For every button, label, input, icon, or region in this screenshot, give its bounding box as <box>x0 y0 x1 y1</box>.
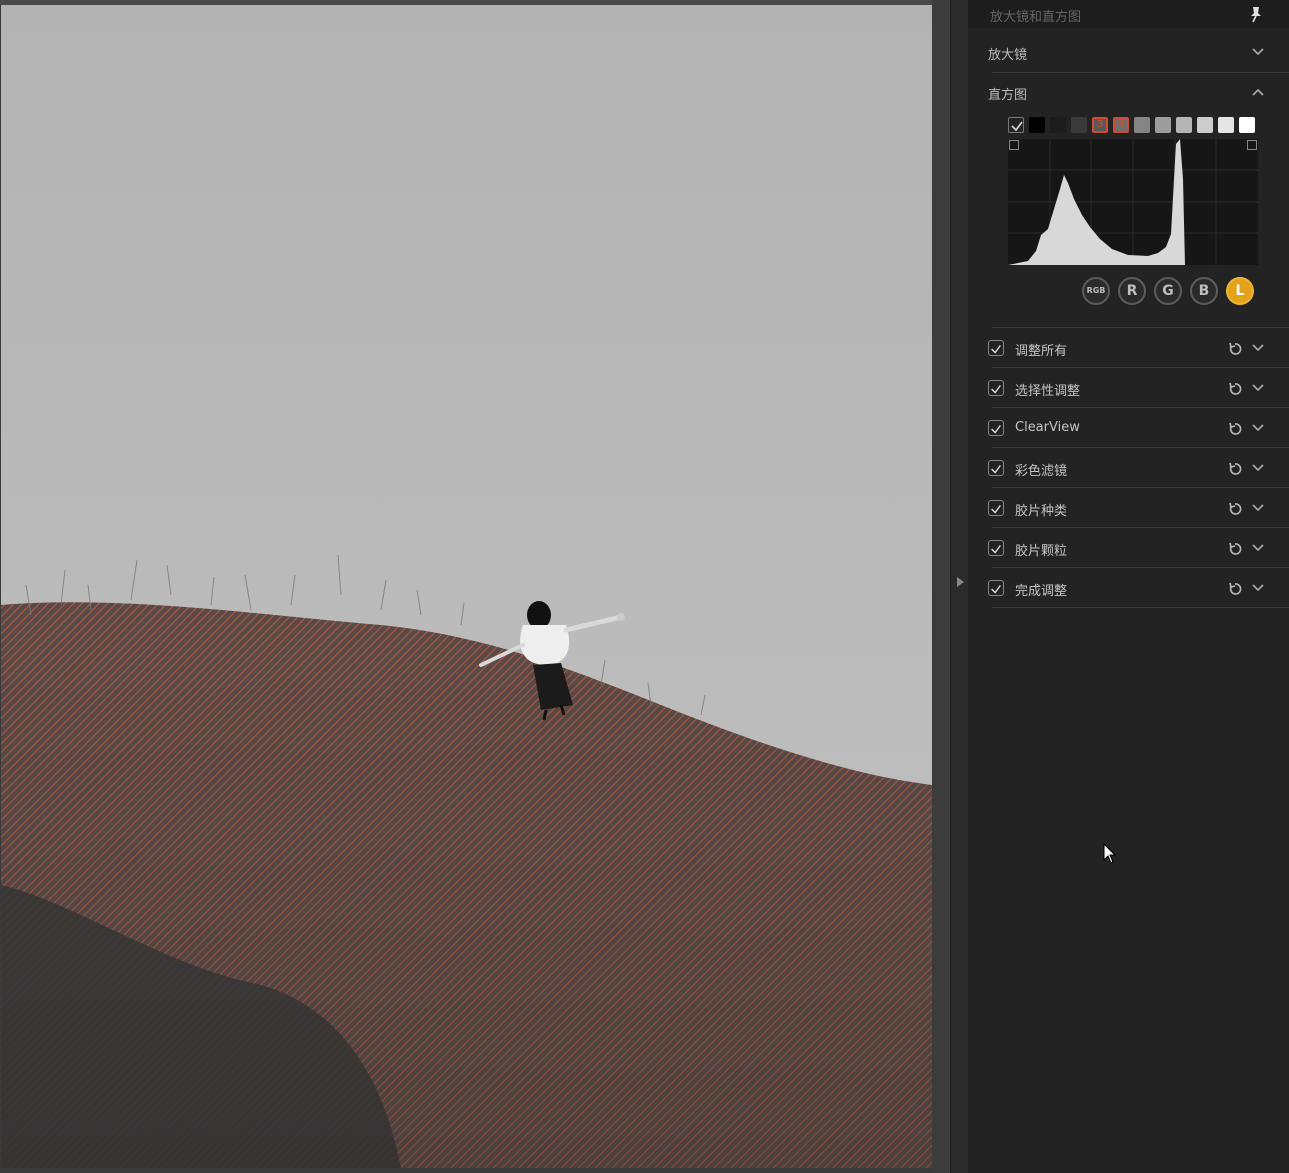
reset-icon[interactable] <box>1227 381 1243 397</box>
check-icon <box>991 505 1001 514</box>
chevron-down-icon[interactable] <box>1251 343 1265 353</box>
tool-enable-checkbox[interactable] <box>988 420 1004 436</box>
tone-zone-swatch[interactable] <box>1155 117 1171 133</box>
divider <box>992 327 1289 328</box>
tools-panel: 放大镜和直方图 放大镜 直方图 34 RGB R G B L 调整所有 选择性调… <box>968 0 1289 1173</box>
panel-collapse-strip[interactable] <box>950 0 968 1173</box>
reset-icon[interactable] <box>1227 341 1243 357</box>
tone-zone-swatch[interactable] <box>1029 117 1045 133</box>
chevron-down-icon[interactable] <box>1251 463 1265 473</box>
reset-icon[interactable] <box>1227 541 1243 557</box>
tool-row[interactable]: 胶片颗粒 <box>968 529 1289 569</box>
divider <box>992 407 1289 408</box>
section-loupe-label: 放大镜 <box>988 48 1028 63</box>
check-icon <box>991 385 1001 394</box>
divider <box>992 487 1289 488</box>
check-icon <box>991 545 1001 554</box>
tone-zone-swatch[interactable] <box>1050 117 1066 133</box>
panel-header: 放大镜和直方图 <box>968 0 1289 28</box>
tool-label: 彩色滤镜 <box>1015 464 1068 479</box>
histogram-graph <box>1008 139 1258 265</box>
divider <box>992 367 1289 368</box>
chevron-down-icon[interactable] <box>1251 47 1265 57</box>
reset-icon[interactable] <box>1227 461 1243 477</box>
chevron-down-icon[interactable] <box>1251 583 1265 593</box>
tool-label: 完成调整 <box>1015 584 1068 599</box>
divider <box>992 527 1289 528</box>
chevron-up-icon[interactable] <box>1251 87 1265 97</box>
reset-icon[interactable] <box>1227 421 1243 437</box>
tone-zone-swatch[interactable]: 3 <box>1092 117 1108 133</box>
tool-enable-checkbox[interactable] <box>988 460 1004 476</box>
tool-row[interactable]: 完成调整 <box>968 569 1289 609</box>
tone-zone-swatch[interactable] <box>1071 117 1087 133</box>
highlight-clipping-toggle[interactable] <box>1247 140 1257 150</box>
channel-button-rgb[interactable]: RGB <box>1082 277 1110 305</box>
tool-enable-checkbox[interactable] <box>988 540 1004 556</box>
tool-enable-checkbox[interactable] <box>988 500 1004 516</box>
tool-enable-checkbox[interactable] <box>988 380 1004 396</box>
tool-label: 胶片种类 <box>1015 504 1068 519</box>
divider <box>992 567 1289 568</box>
chevron-down-icon[interactable] <box>1251 503 1265 513</box>
divider <box>992 607 1289 608</box>
canvas-scroll-gutter <box>932 0 950 1173</box>
zone-toggle-checkbox[interactable] <box>1008 117 1024 133</box>
tool-row[interactable]: 调整所有 <box>968 329 1289 369</box>
tone-zone-swatch[interactable] <box>1197 117 1213 133</box>
tool-enable-checkbox[interactable] <box>988 580 1004 596</box>
tone-zone-swatch[interactable]: 4 <box>1113 117 1129 133</box>
channel-button-g[interactable]: G <box>1154 277 1182 305</box>
tool-row[interactable]: 胶片种类 <box>968 489 1289 529</box>
check-icon <box>1011 121 1023 132</box>
section-histogram[interactable]: 直方图 <box>968 73 1289 113</box>
reset-icon[interactable] <box>1227 501 1243 517</box>
channel-button-b[interactable]: B <box>1190 277 1218 305</box>
tool-label: 选择性调整 <box>1015 384 1081 399</box>
expand-arrow-icon[interactable] <box>957 577 964 587</box>
panel-title: 放大镜和直方图 <box>990 10 1082 25</box>
check-icon <box>991 585 1001 594</box>
section-loupe[interactable]: 放大镜 <box>968 33 1289 73</box>
tone-zone-swatch[interactable] <box>1239 117 1255 133</box>
tool-row[interactable]: ClearView <box>968 409 1289 449</box>
image-canvas[interactable] <box>0 0 950 1173</box>
check-icon <box>991 345 1001 354</box>
tool-label: 调整所有 <box>1015 344 1068 359</box>
tool-label: ClearView <box>1015 420 1080 435</box>
section-histogram-label: 直方图 <box>988 88 1028 103</box>
channel-button-l[interactable]: L <box>1226 277 1254 305</box>
check-icon <box>991 465 1001 474</box>
shadow-clipping-toggle[interactable] <box>1009 140 1019 150</box>
tone-zone-swatch[interactable] <box>1134 117 1150 133</box>
app-window: 放大镜和直方图 放大镜 直方图 34 RGB R G B L 调整所有 选择性调… <box>0 0 1289 1173</box>
tool-row[interactable]: 彩色滤镜 <box>968 449 1289 489</box>
tool-row[interactable]: 选择性调整 <box>968 369 1289 409</box>
tone-zone-swatch[interactable] <box>1218 117 1234 133</box>
reset-icon[interactable] <box>1227 581 1243 597</box>
divider <box>992 447 1289 448</box>
tone-zone-swatch[interactable] <box>1176 117 1192 133</box>
chevron-down-icon[interactable] <box>1251 423 1265 433</box>
tool-label: 胶片颗粒 <box>1015 544 1068 559</box>
photo-preview[interactable] <box>1 5 932 1168</box>
pin-icon[interactable] <box>1247 5 1265 23</box>
mouse-cursor-icon <box>1103 843 1117 864</box>
check-icon <box>991 425 1001 434</box>
chevron-down-icon[interactable] <box>1251 543 1265 553</box>
tool-enable-checkbox[interactable] <box>988 340 1004 356</box>
chevron-down-icon[interactable] <box>1251 383 1265 393</box>
channel-button-r[interactable]: R <box>1118 277 1146 305</box>
